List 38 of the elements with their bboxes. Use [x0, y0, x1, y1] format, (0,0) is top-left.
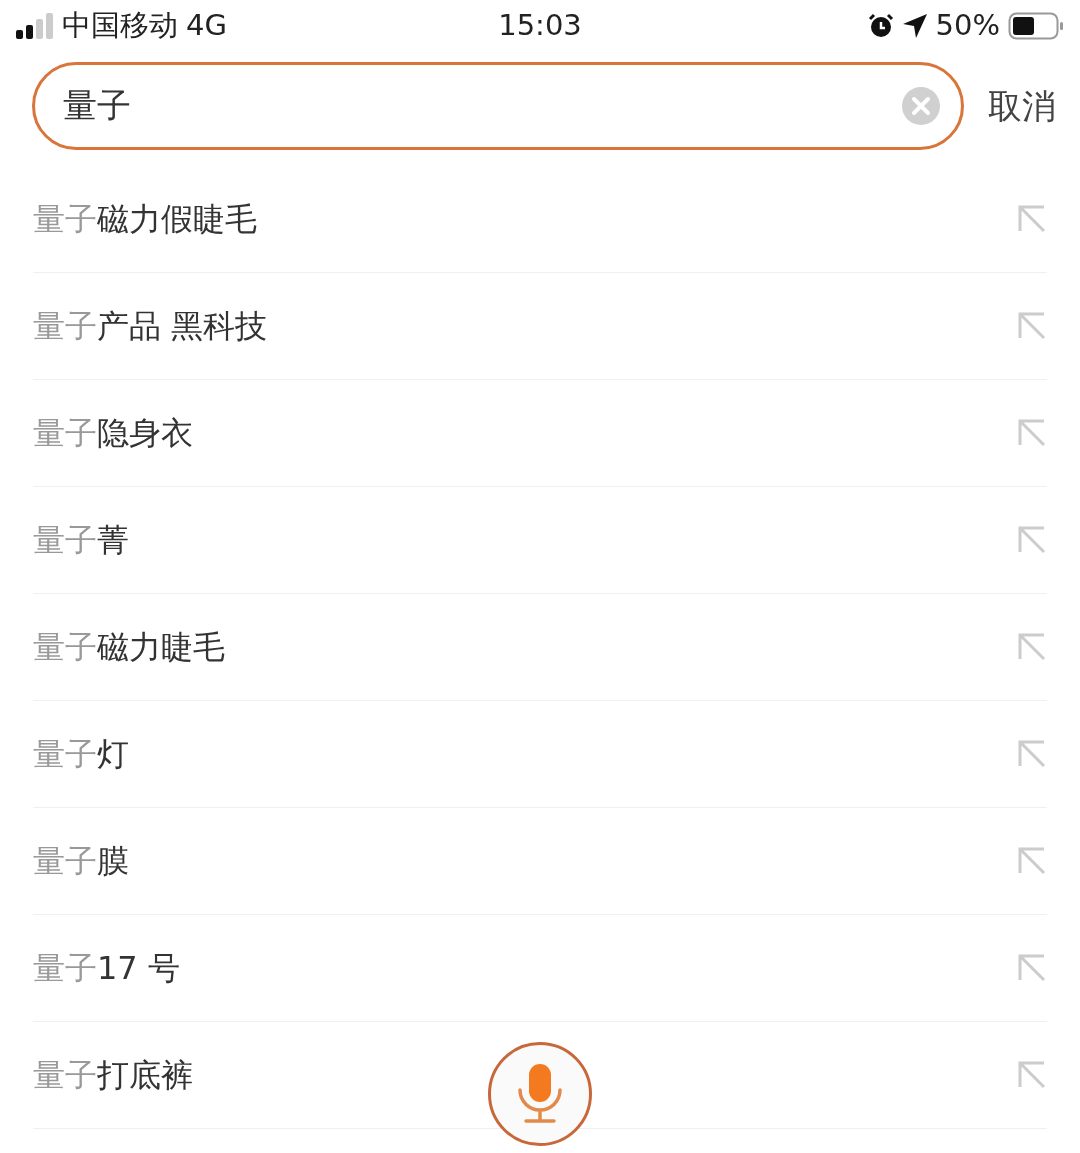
- suggestion-row[interactable]: 量子磁力假睫毛: [33, 166, 1047, 273]
- location-arrow-icon: [901, 13, 928, 39]
- battery-icon: [1008, 12, 1064, 40]
- suggestion-row[interactable]: 量子隐身衣: [33, 380, 1047, 487]
- fill-arrow-icon[interactable]: [1017, 204, 1047, 234]
- suggestion-text: 量子隐身衣: [33, 413, 193, 454]
- suggestion-row[interactable]: 量子17 号: [33, 915, 1047, 1022]
- network-type: 4G: [186, 7, 227, 45]
- microphone-icon: [515, 1063, 565, 1125]
- cancel-button[interactable]: 取消: [988, 80, 1056, 132]
- suggestion-text: 量子菁: [33, 520, 129, 561]
- suggestion-text: 量子17 号: [33, 948, 180, 989]
- suggestion-text: 量子打底裤: [33, 1055, 193, 1096]
- suggestion-text: 量子产品 黑科技: [33, 306, 268, 347]
- fill-arrow-icon[interactable]: [1017, 632, 1047, 662]
- fill-arrow-icon[interactable]: [1017, 739, 1047, 769]
- suggestion-row[interactable]: 量子膜: [33, 808, 1047, 915]
- fill-arrow-icon[interactable]: [1017, 1060, 1047, 1090]
- fill-arrow-icon[interactable]: [1017, 418, 1047, 448]
- suggestion-row[interactable]: 量子磁力睫毛: [33, 594, 1047, 701]
- suggestion-text: 量子磁力假睫毛: [33, 199, 257, 240]
- suggestion-row[interactable]: 量子灯: [33, 701, 1047, 808]
- suggestion-text: 量子磁力睫毛: [33, 627, 225, 668]
- carrier-name: 中国移动: [62, 7, 178, 45]
- status-time: 15:03: [498, 7, 582, 45]
- suggestion-text: 量子膜: [33, 841, 129, 882]
- signal-icon: [16, 13, 54, 39]
- fill-arrow-icon[interactable]: [1017, 311, 1047, 341]
- fill-arrow-icon[interactable]: [1017, 525, 1047, 555]
- fill-arrow-icon[interactable]: [1017, 846, 1047, 876]
- suggestion-row[interactable]: 量子产品 黑科技: [33, 273, 1047, 380]
- suggestion-text: 量子灯: [33, 734, 129, 775]
- suggestion-row[interactable]: 量子菁: [33, 487, 1047, 594]
- alarm-icon: [867, 13, 894, 39]
- battery-percent: 50%: [935, 7, 1000, 45]
- fill-arrow-icon[interactable]: [1017, 953, 1047, 983]
- search-field[interactable]: 量子: [32, 62, 964, 150]
- clear-icon[interactable]: [902, 87, 940, 125]
